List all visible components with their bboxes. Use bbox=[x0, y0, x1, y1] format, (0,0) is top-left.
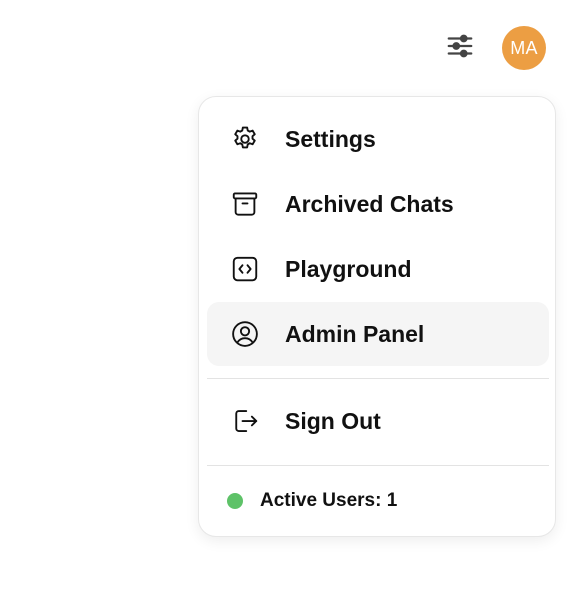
menu-item-sign-out[interactable]: Sign Out bbox=[207, 389, 549, 453]
menu-item-label: Admin Panel bbox=[285, 320, 425, 347]
menu-item-playground[interactable]: Playground bbox=[207, 237, 549, 301]
menu-item-label: Sign Out bbox=[285, 407, 381, 434]
archive-box-icon bbox=[229, 188, 261, 220]
sign-out-icon bbox=[229, 405, 261, 437]
controls-button[interactable] bbox=[440, 30, 480, 66]
online-dot bbox=[227, 493, 243, 509]
menu-divider bbox=[207, 378, 549, 379]
gear-icon bbox=[229, 123, 261, 155]
menu-divider bbox=[207, 465, 549, 466]
menu-item-label: Playground bbox=[285, 255, 412, 282]
menu-item-label: Archived Chats bbox=[285, 190, 454, 217]
menu-item-admin-panel[interactable]: Admin Panel bbox=[207, 302, 549, 366]
user-circle-icon bbox=[229, 318, 261, 350]
sliders-icon bbox=[445, 31, 475, 66]
avatar[interactable]: MA bbox=[502, 26, 546, 70]
menu-item-label: Settings bbox=[285, 125, 376, 152]
active-users-label: Active Users: 1 bbox=[260, 490, 398, 511]
user-menu: Settings Archived Chats Playground Admin… bbox=[198, 96, 556, 537]
active-users-status: Active Users: 1 bbox=[227, 481, 397, 521]
code-brackets-icon bbox=[229, 253, 261, 285]
top-bar: MA bbox=[0, 0, 586, 96]
avatar-initials: MA bbox=[510, 37, 538, 58]
menu-item-settings[interactable]: Settings bbox=[207, 107, 549, 171]
menu-item-archived-chats[interactable]: Archived Chats bbox=[207, 172, 549, 236]
